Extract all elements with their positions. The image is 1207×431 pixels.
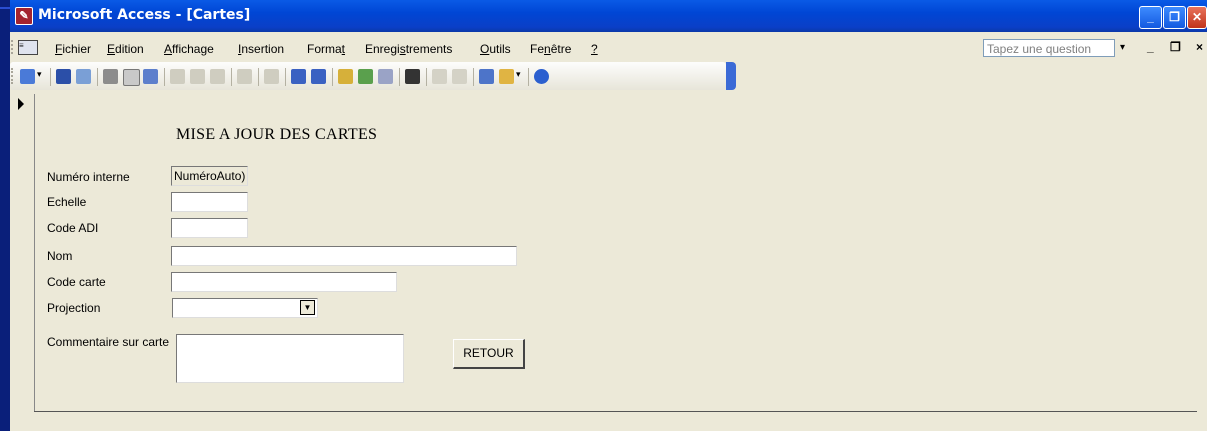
window-title: Microsoft Access - [Cartes] (38, 7, 251, 23)
mdi-minimize-button[interactable]: _ (1147, 40, 1154, 54)
menu-fenetre[interactable]: Fenêtre (530, 42, 571, 56)
label-projection: Projection (47, 301, 101, 315)
find-icon[interactable] (405, 69, 420, 84)
separator (426, 68, 427, 86)
menu-affichage[interactable]: Affichage (164, 42, 214, 56)
label-code-adi: Code ADI (47, 221, 99, 235)
hyperlink-icon[interactable] (264, 69, 279, 84)
filter-selection-icon[interactable] (338, 69, 353, 84)
separator (528, 68, 529, 86)
separator (258, 68, 259, 86)
new-object-icon[interactable] (499, 69, 514, 84)
desktop-line (0, 7, 10, 9)
current-record-icon (18, 98, 24, 110)
copy-icon[interactable] (190, 69, 205, 84)
label-commentaire: Commentaire sur carte (47, 335, 170, 349)
echelle-field[interactable] (171, 192, 248, 212)
minimize-button[interactable]: _ (1139, 6, 1162, 29)
mdi-close-button[interactable]: × (1196, 40, 1203, 54)
menu-insertion[interactable]: Insertion (238, 42, 284, 56)
filter-form-icon[interactable] (358, 69, 373, 84)
sort-desc-icon[interactable] (311, 69, 326, 84)
access-app-icon[interactable]: ✎ (15, 7, 33, 25)
code-adi-field[interactable] (171, 218, 248, 238)
view-icon[interactable] (20, 69, 35, 84)
record-selector[interactable] (12, 94, 35, 412)
form-menu-icon[interactable]: ≡ (18, 40, 38, 55)
toolbar-options-icon[interactable] (726, 62, 736, 90)
new-record-icon[interactable] (432, 69, 447, 84)
print-preview-icon[interactable] (123, 69, 140, 86)
retour-button[interactable]: RETOUR (453, 339, 525, 369)
label-nom: Nom (47, 249, 73, 263)
separator (97, 68, 98, 86)
save-icon[interactable] (56, 69, 71, 84)
undo-icon[interactable] (237, 69, 252, 84)
form-area: MISE A JOUR DES CARTES Numéro interne Nu… (12, 94, 1205, 431)
nom-field[interactable] (171, 246, 517, 266)
mdi-restore-button[interactable]: ❐ (1170, 40, 1181, 54)
desktop-edge (0, 0, 10, 431)
title-bar[interactable]: ✎ Microsoft Access - [Cartes] _ ❐ ✕ (10, 0, 1207, 32)
menu-enregistrements[interactable]: Enregistrements (365, 42, 452, 56)
label-echelle: Echelle (47, 195, 87, 209)
separator (164, 68, 165, 86)
menu-fichier[interactable]: Fichier (55, 42, 91, 56)
menu-outils[interactable]: Outils (480, 42, 511, 56)
view-dropdown-icon[interactable]: ▾ (37, 69, 45, 84)
search-file-icon[interactable] (76, 69, 91, 84)
restore-button[interactable]: ❐ (1163, 6, 1186, 29)
menu-help[interactable]: ? (591, 42, 598, 56)
sort-asc-icon[interactable] (291, 69, 306, 84)
chevron-down-icon[interactable]: ▼ (300, 300, 315, 315)
access-window: ✎ Microsoft Access - [Cartes] _ ❐ ✕ ≡ Fi… (10, 0, 1207, 431)
code-carte-field[interactable] (171, 272, 397, 292)
separator (50, 68, 51, 86)
separator (473, 68, 474, 86)
paste-icon[interactable] (210, 69, 225, 84)
toolbar-grip-icon[interactable] (11, 68, 16, 84)
numero-interne-field[interactable]: NuméroAuto) (171, 166, 248, 186)
menu-edition[interactable]: Edition (107, 42, 144, 56)
database-window-icon[interactable] (479, 69, 494, 84)
print-icon[interactable] (103, 69, 118, 84)
help-icon[interactable] (534, 69, 549, 84)
apply-filter-icon[interactable] (378, 69, 393, 84)
ask-dropdown-icon[interactable]: ▾ (1120, 42, 1125, 53)
new-object-dropdown-icon[interactable]: ▾ (516, 69, 524, 84)
label-numero-interne: Numéro interne (47, 170, 130, 184)
form-divider (34, 411, 1197, 412)
toolbar: ▾ ▾ (10, 62, 726, 90)
separator (399, 68, 400, 86)
delete-record-icon[interactable] (452, 69, 467, 84)
close-button[interactable]: ✕ (1187, 6, 1207, 29)
separator (332, 68, 333, 86)
label-code-carte: Code carte (47, 275, 106, 289)
projection-combo[interactable]: ▼ (172, 298, 318, 318)
commentaire-field[interactable] (176, 334, 404, 383)
form-title: MISE A JOUR DES CARTES (176, 126, 378, 143)
menu-format[interactable]: Format (307, 42, 345, 56)
separator (285, 68, 286, 86)
spelling-icon[interactable] (143, 69, 158, 84)
ask-question-input[interactable]: Tapez une question (983, 39, 1115, 57)
cut-icon[interactable] (170, 69, 185, 84)
menu-grip-icon[interactable] (11, 40, 16, 54)
separator (231, 68, 232, 86)
